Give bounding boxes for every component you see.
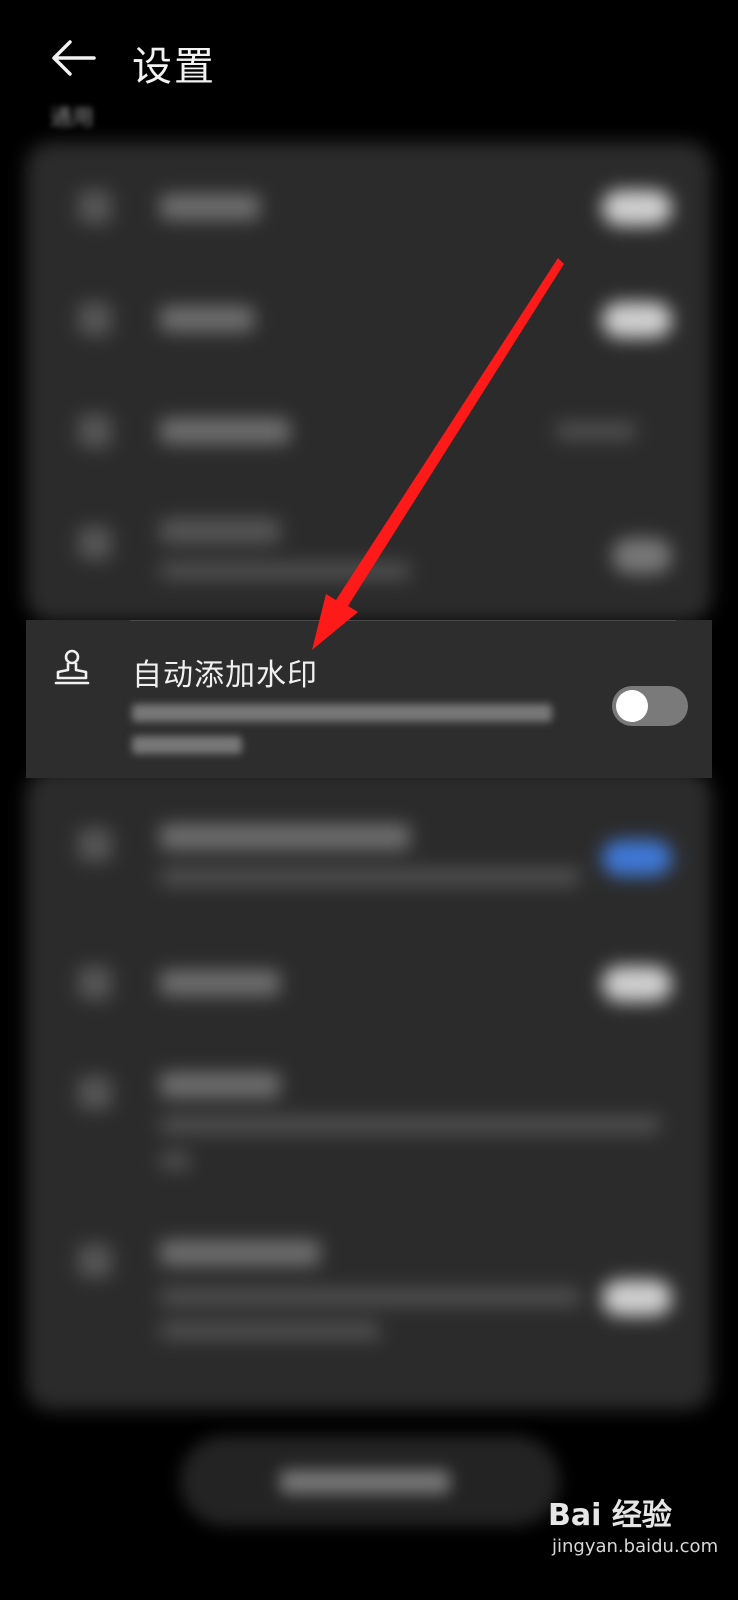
blurred-settings-list: [0, 0, 738, 1600]
item-title: 自动添加水印: [132, 658, 318, 693]
settings-card-bottom: [26, 770, 712, 1410]
stamp-icon: [54, 649, 90, 685]
item-description-blurred: [132, 704, 552, 768]
baidu-jingyan-watermark: Bai 经验 jingyan.baidu.com: [548, 1490, 724, 1570]
toggle-knob: [616, 690, 648, 722]
settings-item-auto-watermark[interactable]: 自动添加水印: [26, 620, 712, 778]
auto-watermark-toggle[interactable]: [612, 686, 688, 726]
watermark-url: jingyan.baidu.com: [552, 1536, 719, 1557]
watermark-brand: Bai 经验: [548, 1498, 672, 1533]
divider: [130, 620, 676, 621]
bottom-action-button[interactable]: [180, 1436, 560, 1526]
settings-card-top: [26, 142, 712, 622]
